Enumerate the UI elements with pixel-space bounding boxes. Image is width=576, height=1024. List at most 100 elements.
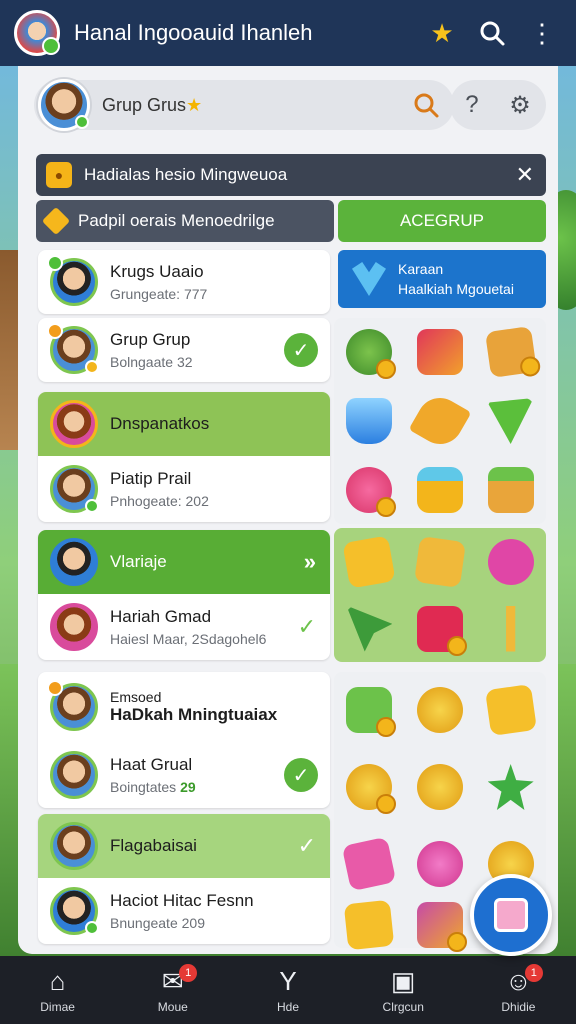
group-row[interactable]: Hariah Gmad Haiesl Maar, 2Sdagohel6 ✓ [38,594,330,660]
check-icon[interactable]: ✓ [284,758,318,792]
info-banner[interactable]: Padpil oerais Menoedrilge [36,200,334,242]
search-icon[interactable] [472,13,512,53]
row-title: Krugs Uaaio [110,262,204,281]
honey-jar-icon[interactable] [416,466,463,513]
coin-pile-icon[interactable] [416,763,463,810]
avatar [50,400,98,448]
row-title: Dnspanatkos [110,414,210,433]
group-row[interactable]: Krugs Uaaio Grungeate: 777 [38,250,330,314]
diamond-icon [41,206,71,236]
nav-profile[interactable]: ☺ 1 Dhidie [461,956,576,1024]
group-row[interactable]: Haciot Hitac Fesnn Bnungeate 209 [38,878,330,944]
more-icon[interactable]: ⋮ [522,13,562,53]
row-title: Hariah Gmad [110,607,212,626]
basket-icon[interactable] [487,466,534,513]
heart-gem-icon [352,262,386,296]
floating-action-button[interactable] [470,874,552,956]
gold-tile-icon[interactable] [344,899,395,951]
group-row-active[interactable]: Vlariaje » [38,530,330,594]
pink-tile-icon[interactable] [342,836,397,891]
avatar [47,323,99,374]
group-row[interactable]: Grup Grup Bolngaate 32 ✓ [38,318,330,382]
list-item[interactable]: Emsoed HaDkah Mningtuaiax Haat Grual Boi… [38,672,330,808]
notification-badge: 1 [524,964,543,982]
red-gift-icon[interactable] [416,605,467,656]
nav-game[interactable]: ▣ Clrgcun [346,956,461,1024]
row-subtitle: Boingtates 29 [110,779,196,795]
group-row[interactable]: Emsoed HaDkah Mningtuaiax [38,672,330,742]
notice-text: Hadialas hesio Mingweuoa [84,165,288,184]
horn-icon[interactable] [408,389,472,453]
promo-card[interactable]: Karaan Haalkiah Mgouetai [338,250,546,308]
nav-tools[interactable]: Y Hde [230,956,345,1024]
help-icon[interactable]: ? [465,91,478,119]
magic-book-icon[interactable] [416,901,467,952]
list-item[interactable]: Krugs Uaaio Grungeate: 777 [38,250,330,314]
coin-icon[interactable] [346,763,397,814]
turtle-item-icon[interactable] [346,329,397,380]
gold-tile-icon[interactable] [414,535,466,588]
avatar [50,538,98,586]
green-star-icon[interactable] [487,763,534,810]
item-grid [334,528,546,662]
row-title: Haciot Hitac Fesnn [110,891,254,910]
list-item[interactable]: Dnspanatkos Piatip Prail Pnhogeate: 202 [38,392,330,522]
check-icon[interactable]: ✓ [298,833,316,859]
list-item[interactable]: Grup Grup Bolngaate 32 ✓ [38,318,330,382]
top-bar: Hanal Ingooauid Ihanleh ★ ⋮ [0,0,576,66]
row-subtitle: Haiesl Maar, 2Sdagohel6 [110,631,267,647]
search-label-text: Grup Grus [102,94,187,115]
nav-home[interactable]: ⌂ Dimae [0,956,115,1024]
row-title: Grup Grup [110,330,191,349]
pink-drum-icon[interactable] [487,538,534,585]
check-icon[interactable]: ✓ [298,614,316,640]
chevron-right-icon[interactable]: » [304,549,316,575]
treasure-item-icon[interactable] [484,326,537,379]
nav-label: Dimae [40,1000,75,1014]
notice-banner[interactable]: ● Hadialas hesio Mingweuoa ✕ [36,154,546,196]
group-row[interactable]: Haat Grual Boingtates 29 ✓ [38,742,330,808]
row-subtitle: Bolngaate 32 [110,354,193,370]
pink-pot-icon[interactable] [416,840,463,887]
green-chest-icon[interactable] [346,687,397,738]
gold-tile-icon[interactable] [342,534,396,589]
gear-icon[interactable]: ⚙ [509,91,531,120]
user-avatar[interactable] [38,79,90,131]
row-title: Flagabaisai [110,836,197,855]
row-subtitle-text: Boingtates [110,779,177,795]
potion-icon[interactable] [346,397,393,444]
search-bar[interactable]: Grup Grus★ [34,79,454,131]
app-logo[interactable] [14,10,60,56]
list-item[interactable]: Vlariaje » Hariah Gmad Haiesl Maar, 2Sda… [38,530,330,660]
green-gem-icon[interactable] [487,397,534,444]
promo-title: Karaan [398,261,444,277]
row-subtitle: Bnungeate 209 [110,915,205,931]
row-title: Haat Grual [110,755,193,774]
coin-stack-icon[interactable] [416,687,463,734]
row-subtitle: Grungeate: 777 [110,286,208,302]
promo-subtitle: Haalkiah Mgouetai [398,281,514,297]
group-panel: Grup Grus★ ? ⚙ ● Hadialas hesio Mingweuo… [18,66,558,954]
row-title-secondary: HaDkah Mningtuaiax [110,705,278,724]
item-grid [334,318,546,524]
game-icon: ▣ [390,966,416,996]
row-subtitle: Pnhogeate: 202 [110,493,209,509]
group-row[interactable]: Dnspanatkos [38,392,330,456]
group-row[interactable]: Piatip Prail Pnhogeate: 202 [38,456,330,522]
search-icon[interactable] [406,85,446,125]
check-icon[interactable]: ✓ [284,333,318,367]
green-flag-icon[interactable] [346,605,393,652]
close-icon[interactable]: ✕ [516,162,534,188]
add-group-button[interactable]: ACEGRUP [338,200,546,242]
gold-tile-icon[interactable] [484,684,537,737]
pink-pot-icon[interactable] [346,466,397,517]
list-item[interactable]: Flagabaisai ✓ Haciot Hitac Fesnn Bnungea… [38,814,330,944]
notification-badge: 1 [179,964,198,982]
star-icon[interactable]: ★ [422,13,462,53]
wand-icon[interactable] [506,605,516,652]
group-row[interactable]: Flagabaisai ✓ [38,814,330,878]
gift-box-icon[interactable] [416,329,463,376]
nav-label: Clrgcun [382,1000,424,1014]
search-label: Grup Grus★ [102,95,406,116]
nav-messages[interactable]: ✉ 1 Moue [115,956,230,1024]
